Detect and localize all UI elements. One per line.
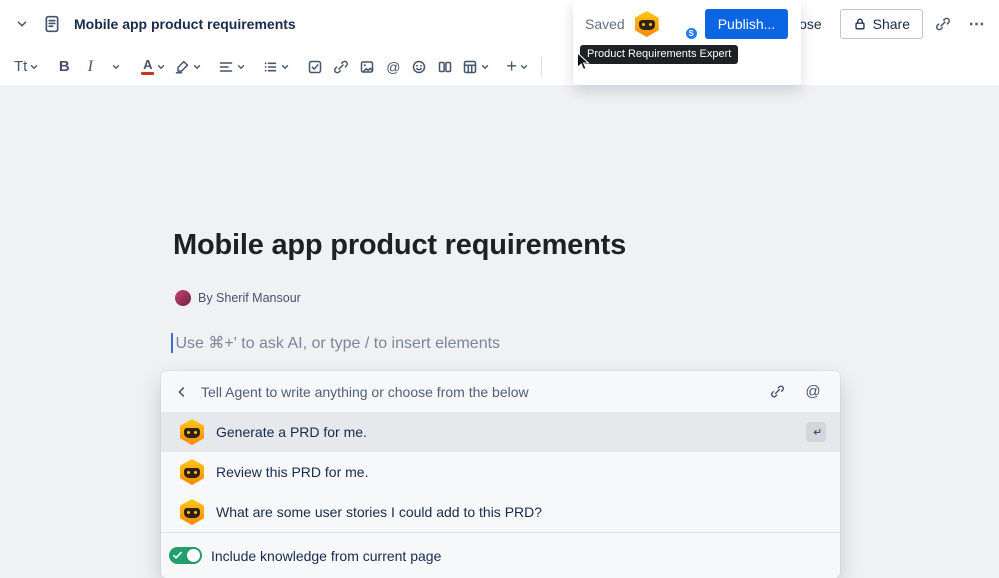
text-caret bbox=[171, 333, 173, 353]
insert-element-dropdown[interactable]: + bbox=[502, 52, 533, 82]
insert-link-button[interactable] bbox=[328, 52, 354, 82]
toggle-knob bbox=[187, 549, 200, 562]
link-icon bbox=[770, 384, 785, 399]
agent-suggestion-row[interactable]: Generate a PRD for me. bbox=[161, 412, 840, 452]
list-dropdown[interactable] bbox=[258, 52, 294, 82]
italic-button[interactable]: I bbox=[77, 52, 103, 82]
page-title: Mobile app product requirements bbox=[173, 229, 627, 261]
author-avatar bbox=[175, 290, 191, 306]
back-button[interactable] bbox=[169, 379, 195, 405]
document-title: Mobile app product requirements bbox=[74, 16, 296, 32]
chevron-down-icon bbox=[236, 62, 246, 72]
copy-link-button[interactable] bbox=[929, 8, 957, 40]
share-button-label: Share bbox=[872, 16, 910, 32]
layout-button[interactable] bbox=[432, 52, 458, 82]
table-dropdown[interactable] bbox=[458, 52, 494, 82]
image-icon bbox=[359, 59, 375, 75]
highlighter-icon bbox=[174, 59, 190, 75]
agent-tooltip: Product Requirements Expert bbox=[580, 45, 739, 64]
suggestion-label: Generate a PRD for me. bbox=[216, 424, 367, 440]
agent-hex-icon bbox=[180, 499, 204, 525]
chevron-down-icon bbox=[192, 62, 202, 72]
user-avatar[interactable]: S bbox=[669, 11, 698, 40]
mention-icon: @ bbox=[386, 58, 401, 75]
chevron-down-icon bbox=[156, 62, 166, 72]
mouse-cursor bbox=[576, 52, 590, 72]
agent-panel-header: Tell Agent to write anything or choose f… bbox=[161, 371, 840, 412]
plus-icon: + bbox=[506, 56, 517, 76]
ellipsis-icon: ⋯ bbox=[968, 16, 986, 33]
checkbox-icon bbox=[307, 59, 323, 75]
editor-canvas[interactable]: Mobile app product requirements By Sheri… bbox=[0, 85, 999, 578]
alignment-dropdown[interactable] bbox=[214, 52, 250, 82]
attach-link-button[interactable] bbox=[764, 379, 790, 405]
emoji-button[interactable] bbox=[406, 52, 432, 82]
agent-hex-icon bbox=[180, 459, 204, 485]
text-color-icon: A bbox=[141, 58, 155, 75]
chevron-down-icon bbox=[480, 62, 490, 72]
table-icon bbox=[462, 59, 478, 75]
lock-icon bbox=[853, 17, 867, 31]
bold-glyph: B bbox=[58, 58, 70, 75]
author-name: By Sherif Mansour bbox=[198, 291, 301, 305]
saved-status: Saved bbox=[585, 16, 625, 32]
mention-button[interactable]: @ bbox=[800, 379, 826, 405]
chevron-down-icon bbox=[15, 17, 29, 31]
knowledge-toggle[interactable] bbox=[169, 547, 202, 564]
columns-icon bbox=[437, 59, 453, 75]
top-bar: Mobile app product requirements Close Sh… bbox=[0, 0, 999, 48]
chevron-down-icon bbox=[280, 62, 290, 72]
knowledge-toggle-label: Include knowledge from current page bbox=[211, 547, 442, 564]
agent-prompt-panel: Tell Agent to write anything or choose f… bbox=[161, 371, 840, 578]
text-style-glyph: Tt bbox=[14, 58, 28, 75]
enter-key-hint bbox=[806, 422, 826, 442]
chevron-down-icon bbox=[519, 62, 529, 72]
highlight-color-dropdown[interactable] bbox=[170, 52, 206, 82]
agent-hex-icon bbox=[180, 419, 204, 445]
link-icon bbox=[935, 16, 951, 32]
editor-toolbar: Tt B I A @ + bbox=[0, 48, 999, 85]
agent-hex-icon[interactable] bbox=[635, 11, 659, 37]
share-button[interactable]: Share bbox=[839, 9, 923, 39]
editor-placeholder: Use ⌘+' to ask AI, or type / to insert e… bbox=[175, 335, 501, 352]
mention-button[interactable]: @ bbox=[380, 52, 406, 82]
editor-line[interactable]: Use ⌘+' to ask AI, or type / to insert e… bbox=[171, 333, 500, 353]
document-icon-button[interactable] bbox=[38, 8, 66, 40]
chevron-down-icon bbox=[111, 62, 121, 72]
publish-button[interactable]: Publish... bbox=[704, 9, 789, 39]
chevron-down-icon bbox=[29, 62, 39, 72]
agent-suggestion-row[interactable]: Review this PRD for me. bbox=[161, 452, 840, 492]
text-style-dropdown[interactable]: Tt bbox=[10, 52, 43, 82]
app-window: Mobile app product requirements Close Sh… bbox=[0, 0, 999, 578]
publish-controls-popup: Saved S Publish... Product Requirements … bbox=[573, 0, 801, 85]
toolbar-divider bbox=[540, 56, 542, 77]
more-actions-button[interactable]: ⋯ bbox=[963, 8, 991, 40]
byline: By Sherif Mansour bbox=[175, 290, 301, 306]
bullet-list-icon bbox=[262, 59, 278, 75]
emoji-icon bbox=[411, 59, 427, 75]
document-icon bbox=[43, 15, 61, 33]
suggestion-label: Review this PRD for me. bbox=[216, 464, 369, 480]
chevron-left-icon bbox=[175, 385, 189, 399]
agent-prompt-text: Tell Agent to write anything or choose f… bbox=[201, 383, 529, 400]
collapse-chevron-button[interactable] bbox=[8, 8, 36, 40]
italic-glyph: I bbox=[87, 57, 93, 75]
agent-panel-footer: Include knowledge from current page bbox=[161, 532, 840, 578]
agent-suggestion-row[interactable]: What are some user stories I could add t… bbox=[161, 492, 840, 532]
task-list-button[interactable] bbox=[302, 52, 328, 82]
mention-icon: @ bbox=[805, 383, 821, 400]
suggestion-label: What are some user stories I could add t… bbox=[216, 504, 543, 520]
text-color-dropdown[interactable]: A bbox=[137, 52, 170, 82]
insert-image-button[interactable] bbox=[354, 52, 380, 82]
more-formatting-dropdown[interactable] bbox=[103, 52, 129, 82]
align-text-icon bbox=[218, 59, 234, 75]
bold-button[interactable]: B bbox=[51, 52, 77, 82]
avatar-status-badge: S bbox=[684, 27, 698, 40]
link-icon bbox=[333, 59, 349, 75]
